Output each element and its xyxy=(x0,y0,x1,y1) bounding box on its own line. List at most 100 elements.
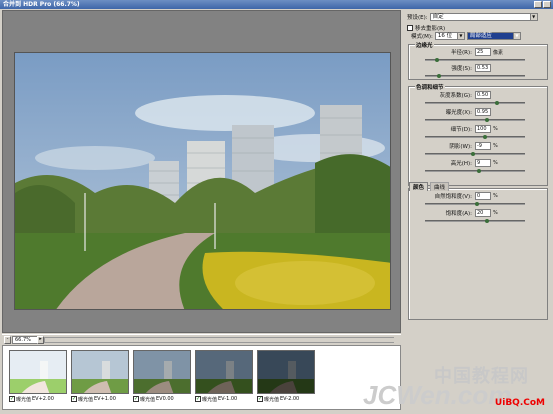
remove-ghosts-label: 移去重影(R) xyxy=(415,26,446,32)
detail-slider[interactable] xyxy=(425,135,525,139)
shadow-slider[interactable] xyxy=(425,152,525,156)
exposure-slider[interactable] xyxy=(425,118,525,122)
slider-knob[interactable] xyxy=(485,118,489,122)
thumbnail-label: 曝光值 xyxy=(78,396,94,403)
thumbnail-image xyxy=(9,350,67,394)
tab-curve[interactable]: 曲线 xyxy=(430,182,450,191)
shadow-field: 阴影(W): -9 % xyxy=(405,142,498,150)
vibrance-unit: % xyxy=(493,193,498,199)
vibrance-label: 自然饱和度(V): xyxy=(434,194,472,200)
shadow-input[interactable]: -9 xyxy=(475,142,491,150)
preset-select[interactable]: 自定 ▼ xyxy=(429,13,538,21)
thumbnail-item[interactable]: ✓ 曝光值 EV+1.00 xyxy=(71,350,129,404)
thumbnail-checkbox[interactable]: ✓ xyxy=(9,396,15,402)
detail-label: 细节(D): xyxy=(450,127,472,133)
strength-slider[interactable] xyxy=(425,74,525,78)
strength-input[interactable]: 0.53 xyxy=(475,64,491,72)
vibrance-input[interactable]: 0 xyxy=(475,192,491,200)
thumbnail-item[interactable]: ✓ 曝光值 EV-2.00 xyxy=(257,350,315,404)
slider-knob[interactable] xyxy=(437,74,441,78)
chevron-down-icon: ▼ xyxy=(529,14,537,20)
hdr-settings-panel: 预设(E): 自定 ▼ 移去重影(R) 模式(M): 16 位 ▼ 局部适应 ▼… xyxy=(405,10,551,411)
highlight-input[interactable]: 9 xyxy=(475,159,491,167)
saturation-input[interactable]: 20 xyxy=(475,209,491,217)
preview-canvas[interactable] xyxy=(2,10,401,333)
radius-unit: 像素 xyxy=(493,49,504,56)
help-button[interactable] xyxy=(534,1,542,8)
thumbnail-item[interactable]: ✓ 曝光值 EV-1.00 xyxy=(195,350,253,404)
close-button[interactable] xyxy=(543,1,551,8)
remove-ghosts-checkbox[interactable] xyxy=(407,25,413,31)
detail-input[interactable]: 100 xyxy=(475,125,491,133)
thumbnail-label: 曝光值 xyxy=(202,396,218,403)
chevron-down-icon: ▼ xyxy=(512,33,520,39)
slider-knob[interactable] xyxy=(495,101,499,105)
thumb-photo xyxy=(258,351,314,393)
radius-label: 半径(R): xyxy=(451,50,472,56)
thumbnail-ev: EV-1.00 xyxy=(218,396,238,402)
highlight-slider[interactable] xyxy=(425,169,525,173)
thumb-photo xyxy=(10,351,66,393)
thumbnail-image xyxy=(195,350,253,394)
thumbnail-image xyxy=(71,350,129,394)
color-section xyxy=(408,188,548,320)
thumbnail-checkbox[interactable]: ✓ xyxy=(133,396,139,402)
mode-row: 模式(M): 16 位 ▼ 局部适应 ▼ xyxy=(411,32,521,40)
slider-knob[interactable] xyxy=(477,169,481,173)
method-select[interactable]: 局部适应 ▼ xyxy=(466,32,521,40)
thumbnail-checkbox[interactable]: ✓ xyxy=(195,396,201,402)
thumbnail-ev: EV+1.00 xyxy=(94,396,116,402)
thumbnail-ev: EV-2.00 xyxy=(280,396,300,402)
slider-knob[interactable] xyxy=(475,202,479,206)
thumbnail-label: 曝光值 xyxy=(140,396,156,403)
mode-label: 模式(M): xyxy=(411,34,433,40)
saturation-field: 饱和度(A): 20 % xyxy=(405,209,498,217)
strength-label: 强度(S): xyxy=(451,66,472,72)
gamma-label: 灰度系数(G): xyxy=(439,93,472,99)
tab-color[interactable]: 颜色 xyxy=(409,182,429,191)
preset-value: 自定 xyxy=(432,14,444,20)
preset-row: 预设(E): 自定 ▼ xyxy=(407,13,538,21)
slider-knob[interactable] xyxy=(471,152,475,156)
thumbnail-item[interactable]: ✓ 曝光值 EV+2.00 xyxy=(9,350,67,404)
exposure-input[interactable]: 0.95 xyxy=(475,108,491,116)
thumb-photo xyxy=(196,351,252,393)
bit-depth-value: 16 位 xyxy=(437,33,453,39)
horizontal-scrollbar[interactable] xyxy=(44,337,395,343)
bit-depth-select[interactable]: 16 位 ▼ xyxy=(434,32,465,40)
tone-detail-title: 色调和细节 xyxy=(415,83,445,91)
gamma-input[interactable]: 0.50 xyxy=(475,91,491,99)
zoom-level[interactable]: 66.7% xyxy=(12,336,40,344)
detail-unit: % xyxy=(493,126,498,132)
thumbnail-ev: EV+2.00 xyxy=(32,396,54,402)
slider-knob[interactable] xyxy=(485,219,489,223)
radius-slider[interactable] xyxy=(425,58,525,62)
thumbnail-checkbox[interactable]: ✓ xyxy=(257,396,263,402)
saturation-slider[interactable] xyxy=(425,219,525,223)
thumbnail-ev: EV0.00 xyxy=(156,396,174,402)
hdr-preview-image xyxy=(14,52,391,310)
method-value: 局部适应 xyxy=(469,33,492,39)
thumbnail-label: 曝光值 xyxy=(264,396,280,403)
vibrance-field: 自然饱和度(V): 0 % xyxy=(405,192,498,200)
slider-knob[interactable] xyxy=(483,135,487,139)
vibrance-slider[interactable] xyxy=(425,202,525,206)
thumbnail-checkbox[interactable]: ✓ xyxy=(71,396,77,402)
zoom-menu-button[interactable]: ▸ xyxy=(37,336,44,344)
title-bar: 合并到 HDR Pro (66.7%) xyxy=(0,0,553,9)
radius-input[interactable]: 25 xyxy=(475,48,491,56)
highlight-field: 高光(H): 9 % xyxy=(405,159,498,167)
thumb-photo xyxy=(134,351,190,393)
radius-field: 半径(R): 25 像素 xyxy=(405,48,503,56)
zoom-out-button[interactable]: - xyxy=(4,336,11,344)
slider-knob[interactable] xyxy=(435,58,439,62)
scrollbar-thumb[interactable] xyxy=(45,338,395,342)
city-park-photo xyxy=(15,53,390,309)
chevron-down-icon: ▼ xyxy=(456,33,464,39)
exposure-field: 曝光度(X): 0.95 xyxy=(405,108,491,116)
thumbnail-item[interactable]: ✓ 曝光值 EV0.00 xyxy=(133,350,191,404)
gamma-slider[interactable] xyxy=(425,101,525,105)
highlight-unit: % xyxy=(493,160,498,166)
strength-field: 强度(S): 0.53 xyxy=(405,64,491,72)
remove-ghosts-row[interactable]: 移去重影(R) xyxy=(407,24,445,32)
